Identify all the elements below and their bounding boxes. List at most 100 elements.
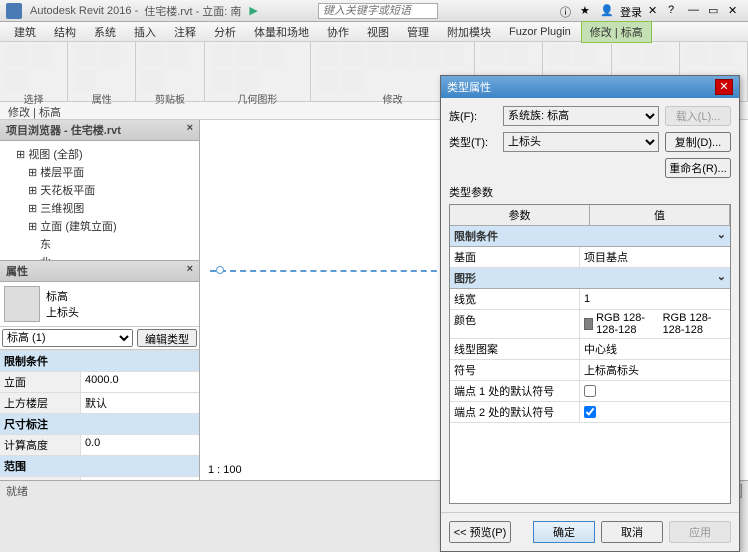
ribbon-tool[interactable] bbox=[417, 44, 439, 66]
scale-label[interactable]: 1 : 100 bbox=[208, 464, 242, 476]
ribbon-tool[interactable] bbox=[261, 44, 283, 66]
tree-item[interactable]: 北 bbox=[4, 253, 195, 261]
menu-0[interactable]: 建筑 bbox=[6, 22, 44, 42]
ribbon-tool[interactable] bbox=[342, 69, 364, 91]
ribbon-tool[interactable] bbox=[167, 44, 189, 66]
level-endpoint[interactable] bbox=[216, 266, 224, 274]
ribbon-tool[interactable] bbox=[711, 44, 733, 66]
menu-6[interactable]: 体量和场地 bbox=[246, 22, 317, 42]
param-value[interactable]: 上标高标头 bbox=[580, 360, 730, 380]
exchange-icon[interactable]: ✕ bbox=[648, 4, 662, 18]
ribbon-tool[interactable] bbox=[31, 44, 53, 66]
section-graphics[interactable]: 图形⌄ bbox=[450, 268, 730, 289]
color-swatch[interactable] bbox=[584, 318, 593, 330]
ribbon-tool[interactable] bbox=[442, 44, 464, 66]
panel-close-icon[interactable]: × bbox=[187, 122, 193, 138]
ribbon-tool[interactable] bbox=[74, 44, 96, 66]
ribbon-tool[interactable] bbox=[6, 44, 28, 66]
menu-7[interactable]: 协作 bbox=[319, 22, 357, 42]
ribbon-tool[interactable] bbox=[211, 44, 233, 66]
ribbon-tool[interactable] bbox=[618, 44, 640, 66]
close-window-icon[interactable]: ✕ bbox=[728, 4, 742, 18]
menu-1[interactable]: 结构 bbox=[46, 22, 84, 42]
type-label: 类型(T): bbox=[449, 134, 497, 150]
tree-item[interactable]: ⊞ 楼层平面 bbox=[4, 163, 195, 181]
ribbon-tool[interactable] bbox=[142, 69, 164, 91]
section-constraints[interactable]: 限制条件⌄ bbox=[450, 226, 730, 247]
param-checkbox[interactable] bbox=[584, 385, 596, 397]
ribbon-tool[interactable] bbox=[99, 44, 121, 66]
param-value[interactable]: 项目基点 bbox=[580, 247, 730, 267]
param-value[interactable] bbox=[580, 381, 730, 401]
duplicate-button[interactable]: 复制(D)... bbox=[665, 132, 731, 152]
tree-item[interactable]: 东 bbox=[4, 235, 195, 253]
ribbon-tool[interactable] bbox=[74, 69, 96, 91]
project-browser-tree[interactable]: ⊞ 视图 (全部)⊞ 楼层平面⊞ 天花板平面⊞ 三维视图⊞ 立面 (建筑立面)东… bbox=[0, 141, 199, 261]
ribbon-tool[interactable] bbox=[392, 44, 414, 66]
ribbon-tool[interactable] bbox=[574, 44, 596, 66]
maximize-icon[interactable]: ▭ bbox=[708, 4, 722, 18]
dialog-titlebar[interactable]: 类型属性 ✕ bbox=[441, 76, 739, 98]
type-thumb bbox=[4, 286, 40, 322]
ribbon-tool[interactable] bbox=[211, 69, 233, 91]
menu-2[interactable]: 系统 bbox=[86, 22, 124, 42]
family-select[interactable]: 系统族: 标高 bbox=[503, 106, 659, 126]
type-selector-head[interactable]: 标高 上标头 bbox=[0, 282, 199, 326]
col-value: 值 bbox=[590, 205, 730, 225]
instance-selector[interactable]: 标高 (1) bbox=[2, 329, 133, 347]
ribbon-tool[interactable] bbox=[236, 44, 258, 66]
tree-item[interactable]: ⊞ 立面 (建筑立面) bbox=[4, 217, 195, 235]
ribbon-tool[interactable] bbox=[643, 44, 665, 66]
cancel-button[interactable]: 取消 bbox=[601, 521, 663, 543]
menu-12[interactable]: 修改 | 标高 bbox=[581, 21, 652, 43]
help-search-input[interactable] bbox=[318, 3, 438, 19]
rename-button[interactable]: 重命名(R)... bbox=[665, 158, 731, 178]
prop-key: 范围框 bbox=[0, 477, 80, 480]
dialog-close-icon[interactable]: ✕ bbox=[715, 79, 733, 95]
ribbon-tool[interactable] bbox=[6, 69, 28, 91]
ribbon-tool[interactable] bbox=[142, 44, 164, 66]
prop-value[interactable]: 0.0 bbox=[80, 435, 199, 455]
ribbon-tool[interactable] bbox=[686, 44, 708, 66]
ribbon-tool[interactable] bbox=[342, 44, 364, 66]
menu-11[interactable]: Fuzor Plugin bbox=[501, 24, 579, 40]
prop-value[interactable]: 默认 bbox=[80, 393, 199, 413]
ribbon-tool[interactable] bbox=[481, 44, 503, 66]
star-icon[interactable]: ★ bbox=[580, 4, 594, 18]
menu-10[interactable]: 附加模块 bbox=[439, 22, 499, 42]
info-icon[interactable]: ⓘ bbox=[560, 4, 574, 18]
menu-9[interactable]: 管理 bbox=[399, 22, 437, 42]
ribbon-tool[interactable] bbox=[506, 44, 528, 66]
minimize-icon[interactable]: — bbox=[688, 4, 702, 18]
param-value[interactable]: 1 bbox=[580, 289, 730, 309]
ribbon-tool[interactable] bbox=[317, 44, 339, 66]
ribbon-tool[interactable] bbox=[236, 69, 258, 91]
type-select[interactable]: 上标头 bbox=[503, 132, 659, 152]
tree-item[interactable]: ⊞ 天花板平面 bbox=[4, 181, 195, 199]
tree-item[interactable]: ⊞ 视图 (全部) bbox=[4, 145, 195, 163]
ok-button[interactable]: 确定 bbox=[533, 521, 595, 543]
prop-value[interactable]: 无 bbox=[80, 477, 199, 480]
prop-row: 立面4000.0 bbox=[0, 371, 199, 392]
param-value[interactable] bbox=[580, 402, 730, 422]
ribbon-tool[interactable] bbox=[549, 44, 571, 66]
ribbon-tool[interactable] bbox=[317, 69, 339, 91]
param-value[interactable]: 中心线 bbox=[580, 339, 730, 359]
play-icon[interactable]: ▶ bbox=[249, 4, 257, 17]
menu-5[interactable]: 分析 bbox=[206, 22, 244, 42]
param-value[interactable]: RGB 128-128-128 RGB 128-128-128 bbox=[580, 310, 730, 338]
param-checkbox[interactable] bbox=[584, 406, 596, 418]
user-icon[interactable]: 👤 bbox=[600, 4, 614, 18]
menu-4[interactable]: 注释 bbox=[166, 22, 204, 42]
preview-button[interactable]: << 预览(P) bbox=[449, 521, 511, 543]
ribbon-tool[interactable] bbox=[367, 44, 389, 66]
help-icon[interactable]: ? bbox=[668, 4, 682, 18]
prop-value[interactable]: 4000.0 bbox=[80, 372, 199, 392]
login-label[interactable]: 登录 bbox=[620, 4, 642, 18]
app-icon bbox=[6, 3, 22, 19]
menu-3[interactable]: 插入 bbox=[126, 22, 164, 42]
tree-item[interactable]: ⊞ 三维视图 bbox=[4, 199, 195, 217]
edit-type-button[interactable]: 编辑类型 bbox=[137, 329, 197, 347]
panel-close-icon[interactable]: × bbox=[187, 263, 193, 279]
menu-8[interactable]: 视图 bbox=[359, 22, 397, 42]
